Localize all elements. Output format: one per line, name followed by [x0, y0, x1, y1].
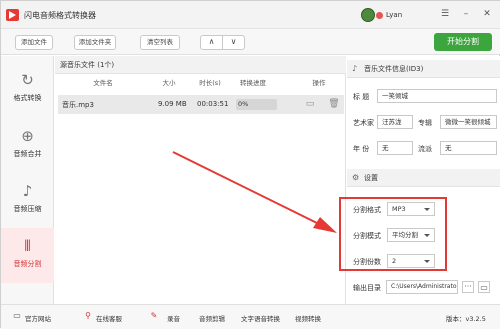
audio-cut-link[interactable]: 音频剪辑 — [199, 313, 225, 323]
footer: ▭ 官方网站 ⚲ 在线客服 ✎ 录音 音频剪辑 文字语音转换 视频转换 版本：v… — [1, 304, 500, 329]
app-window: 闪电音频格式转换器 Lyan ☰ – ✕ 添加文件 添加文件夹 清空列表 ∧ ∨… — [0, 0, 500, 329]
arrow-line — [172, 151, 320, 225]
annotation-arrow — [172, 151, 337, 233]
version-label: 版本：v3.2.5 — [446, 315, 486, 323]
user-icon: ⚲ — [85, 311, 91, 320]
video-convert-link[interactable]: 视频转换 — [295, 313, 321, 323]
official-site-link[interactable]: 官方网站 — [25, 313, 51, 323]
text-to-speech-link[interactable]: 文字语音转换 — [241, 313, 280, 323]
microphone-icon: ✎ — [150, 311, 158, 320]
online-service-link[interactable]: 在线客服 — [96, 313, 122, 323]
arrow-head — [313, 217, 337, 233]
monitor-icon: ▭ — [13, 311, 21, 320]
record-link[interactable]: 录音 — [167, 313, 180, 323]
